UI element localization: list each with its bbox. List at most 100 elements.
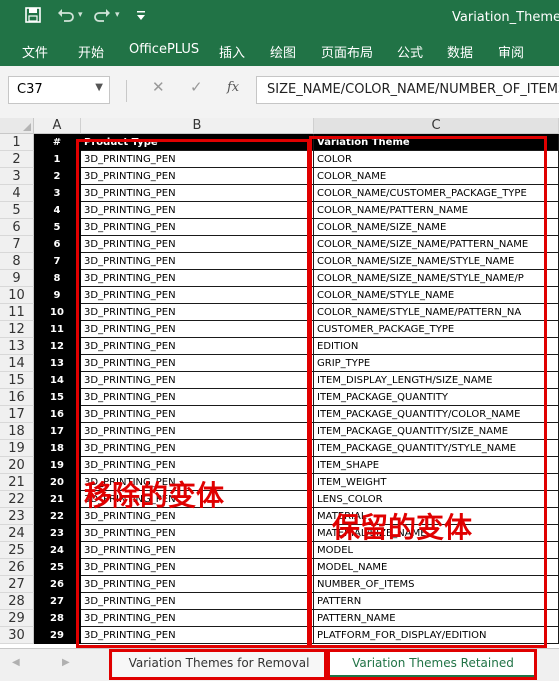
- row-header[interactable]: 8: [0, 253, 34, 270]
- table-cell-a[interactable]: 29: [34, 627, 81, 644]
- table-cell-a[interactable]: 2: [34, 168, 81, 185]
- table-cell-a[interactable]: 16: [34, 406, 81, 423]
- table-cell-a[interactable]: 25: [34, 559, 81, 576]
- insert-function-icon[interactable]: fx: [227, 80, 239, 95]
- table-cell-b[interactable]: 3D_PRINTING_PEN: [81, 406, 314, 423]
- tab-page-layout[interactable]: 页面布局: [321, 42, 373, 61]
- table-cell-c[interactable]: COLOR_NAME/PATTERN_NAME: [314, 202, 559, 219]
- table-cell-a[interactable]: 17: [34, 423, 81, 440]
- sheet-next-icon[interactable]: ▶: [62, 657, 70, 668]
- row-header[interactable]: 29: [0, 610, 34, 627]
- row-header[interactable]: 26: [0, 559, 34, 576]
- sheet-tab-retained[interactable]: Variation Themes Retained: [330, 649, 536, 677]
- tab-home[interactable]: 开始: [78, 42, 104, 61]
- row-header[interactable]: 30: [0, 627, 34, 644]
- table-cell-a[interactable]: 20: [34, 474, 81, 491]
- table-cell-c[interactable]: PATTERN_NAME: [314, 610, 559, 627]
- table-cell-a[interactable]: 21: [34, 491, 81, 508]
- undo-dropdown-icon[interactable]: ▾: [78, 10, 83, 20]
- table-cell-a[interactable]: 14: [34, 372, 81, 389]
- table-cell-c[interactable]: ITEM_WEIGHT: [314, 474, 559, 491]
- table-cell-c[interactable]: COLOR_NAME/SIZE_NAME/STYLE_NAME/P: [314, 270, 559, 287]
- table-cell-c[interactable]: COLOR_NAME/SIZE_NAME: [314, 219, 559, 236]
- table-cell-b[interactable]: 3D_PRINTING_PEN: [81, 338, 314, 355]
- table-cell-c[interactable]: COLOR_NAME/SIZE_NAME/PATTERN_NAME: [314, 236, 559, 253]
- table-cell-a[interactable]: 5: [34, 219, 81, 236]
- table-cell-b[interactable]: 3D_PRINTING_PEN: [81, 576, 314, 593]
- row-header[interactable]: 25: [0, 542, 34, 559]
- table-cell-b[interactable]: 3D_PRINTING_PEN: [81, 321, 314, 338]
- header-cell-b[interactable]: Product Type: [81, 134, 314, 151]
- tab-insert[interactable]: 插入: [219, 42, 245, 61]
- table-cell-c[interactable]: COLOR_NAME/STYLE_NAME: [314, 287, 559, 304]
- tab-review[interactable]: 审阅: [498, 42, 524, 61]
- redo-dropdown-icon[interactable]: ▾: [115, 10, 120, 20]
- table-cell-a[interactable]: 3: [34, 185, 81, 202]
- row-header[interactable]: 16: [0, 389, 34, 406]
- table-cell-c[interactable]: ITEM_SHAPE: [314, 457, 559, 474]
- row-header[interactable]: 12: [0, 321, 34, 338]
- table-cell-b[interactable]: 3D_PRINTING_PEN: [81, 219, 314, 236]
- table-cell-b[interactable]: 3D_PRINTING_PEN: [81, 559, 314, 576]
- table-cell-a[interactable]: 10: [34, 304, 81, 321]
- table-cell-a[interactable]: 27: [34, 593, 81, 610]
- table-cell-c[interactable]: NUMBER_OF_ITEMS: [314, 576, 559, 593]
- table-cell-c[interactable]: GRIP_TYPE: [314, 355, 559, 372]
- table-cell-a[interactable]: 23: [34, 525, 81, 542]
- table-cell-a[interactable]: 13: [34, 355, 81, 372]
- select-all-corner[interactable]: [0, 118, 34, 134]
- row-header[interactable]: 21: [0, 474, 34, 491]
- table-cell-c[interactable]: COLOR_NAME/CUSTOMER_PACKAGE_TYPE: [314, 185, 559, 202]
- table-cell-b[interactable]: 3D_PRINTING_PEN: [81, 304, 314, 321]
- row-header[interactable]: 13: [0, 338, 34, 355]
- table-cell-b[interactable]: 3D_PRINTING_PEN: [81, 525, 314, 542]
- table-cell-a[interactable]: 26: [34, 576, 81, 593]
- row-header[interactable]: 11: [0, 304, 34, 321]
- tab-data[interactable]: 数据: [447, 42, 473, 61]
- table-cell-b[interactable]: 3D_PRINTING_PEN: [81, 287, 314, 304]
- table-cell-c[interactable]: ITEM_PACKAGE_QUANTITY/SIZE_NAME: [314, 423, 559, 440]
- table-cell-b[interactable]: 3D_PRINTING_PEN: [81, 542, 314, 559]
- table-cell-a[interactable]: 11: [34, 321, 81, 338]
- row-header[interactable]: 10: [0, 287, 34, 304]
- table-cell-c[interactable]: COLOR_NAME: [314, 168, 559, 185]
- row-header[interactable]: 5: [0, 202, 34, 219]
- table-cell-a[interactable]: 28: [34, 610, 81, 627]
- tab-formulas[interactable]: 公式: [397, 42, 423, 61]
- enter-icon[interactable]: ✓: [190, 78, 203, 96]
- row-header[interactable]: 6: [0, 219, 34, 236]
- row-header[interactable]: 15: [0, 372, 34, 389]
- table-cell-b[interactable]: 3D_PRINTING_PEN: [81, 423, 314, 440]
- table-cell-b[interactable]: 3D_PRINTING_PEN: [81, 355, 314, 372]
- table-cell-b[interactable]: 3D_PRINTING_PEN: [81, 372, 314, 389]
- table-cell-a[interactable]: 4: [34, 202, 81, 219]
- row-header[interactable]: 2: [0, 151, 34, 168]
- table-cell-b[interactable]: 3D_PRINTING_PEN: [81, 236, 314, 253]
- table-cell-c[interactable]: CUSTOMER_PACKAGE_TYPE: [314, 321, 559, 338]
- row-header[interactable]: 19: [0, 440, 34, 457]
- table-cell-c[interactable]: MODEL_NAME: [314, 559, 559, 576]
- table-cell-b[interactable]: 3D_PRINTING_PEN: [81, 185, 314, 202]
- table-cell-b[interactable]: 3D_PRINTING_PEN: [81, 627, 314, 644]
- row-header[interactable]: 3: [0, 168, 34, 185]
- save-icon[interactable]: [25, 7, 41, 27]
- table-cell-a[interactable]: 6: [34, 236, 81, 253]
- table-cell-a[interactable]: 1: [34, 151, 81, 168]
- row-header[interactable]: 7: [0, 236, 34, 253]
- table-cell-b[interactable]: 3D_PRINTING_PEN: [81, 389, 314, 406]
- chevron-down-icon[interactable]: ▼: [95, 82, 103, 93]
- row-header[interactable]: 17: [0, 406, 34, 423]
- table-cell-a[interactable]: 7: [34, 253, 81, 270]
- row-header[interactable]: 22: [0, 491, 34, 508]
- table-cell-c[interactable]: ITEM_PACKAGE_QUANTITY/STYLE_NAME: [314, 440, 559, 457]
- table-cell-a[interactable]: 8: [34, 270, 81, 287]
- table-cell-b[interactable]: 3D_PRINTING_PEN: [81, 168, 314, 185]
- name-box[interactable]: C37 ▼: [8, 76, 110, 104]
- table-cell-a[interactable]: 9: [34, 287, 81, 304]
- redo-icon[interactable]: [93, 7, 111, 27]
- row-header[interactable]: 18: [0, 423, 34, 440]
- table-cell-a[interactable]: 18: [34, 440, 81, 457]
- row-header[interactable]: 14: [0, 355, 34, 372]
- customize-qat-icon[interactable]: [136, 9, 146, 24]
- table-cell-b[interactable]: 3D_PRINTING_PEN: [81, 440, 314, 457]
